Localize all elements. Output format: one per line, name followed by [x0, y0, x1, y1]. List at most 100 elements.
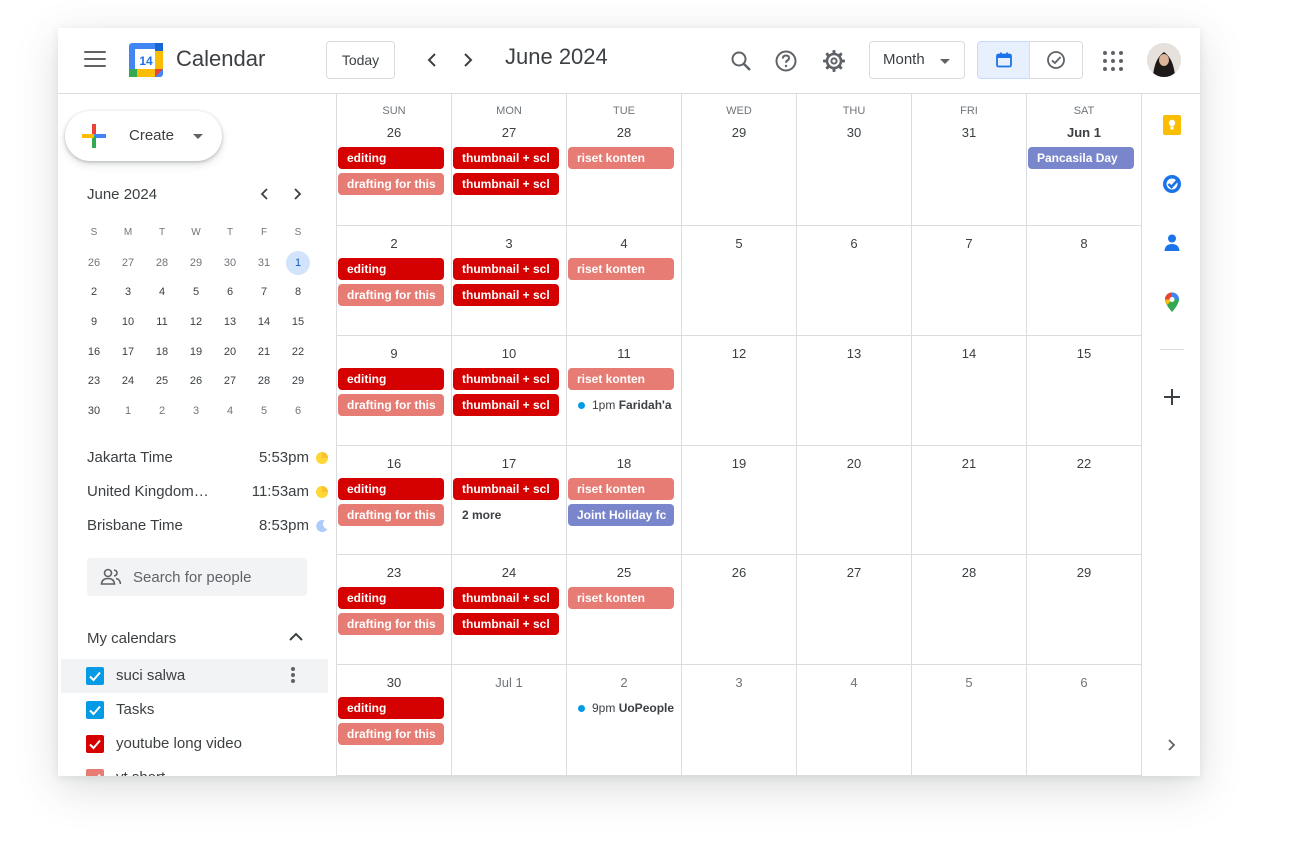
mini-day[interactable]: 15	[281, 316, 315, 328]
mini-day[interactable]: 7	[247, 286, 281, 298]
event-chip[interactable]: thumbnail + scl	[453, 368, 559, 390]
day-cell[interactable]: 18 riset konten Joint Holiday fc	[566, 446, 681, 555]
mini-day-selected[interactable]: 1	[281, 250, 315, 275]
event-chip[interactable]: drafting for this	[338, 283, 444, 306]
day-cell[interactable]: 3	[681, 665, 796, 776]
day-number[interactable]: 3	[682, 675, 796, 690]
day-cell[interactable]: 20	[796, 446, 911, 555]
mini-day[interactable]: 21	[247, 346, 281, 358]
mini-day[interactable]: 25	[145, 375, 179, 387]
day-cell[interactable]: 8	[1026, 226, 1141, 336]
day-number[interactable]: 26	[337, 125, 451, 140]
day-cell[interactable]: 30 editing drafting for this	[336, 665, 451, 776]
day-number[interactable]: 8	[1027, 236, 1141, 251]
day-cell[interactable]: 5	[911, 665, 1026, 776]
mini-day[interactable]: 11	[145, 316, 179, 328]
event-chip[interactable]: drafting for this	[338, 612, 444, 635]
day-number[interactable]: 4	[797, 675, 911, 690]
tasks-icon[interactable]	[1161, 173, 1183, 195]
day-number[interactable]: 5	[682, 236, 796, 251]
mini-day[interactable]: 4	[213, 405, 247, 417]
mini-next-month-button[interactable]	[287, 184, 307, 209]
day-number[interactable]: 12	[682, 346, 796, 361]
day-cell[interactable]: THU 30	[796, 94, 911, 226]
day-number[interactable]: 15	[1027, 346, 1141, 361]
day-cell[interactable]: FRI 31	[911, 94, 1026, 226]
more-options-icon[interactable]	[290, 667, 296, 685]
help-icon[interactable]	[771, 46, 801, 76]
event-chip[interactable]: editing	[338, 697, 444, 719]
day-number[interactable]: 25	[567, 565, 681, 580]
day-number[interactable]: 2	[567, 675, 681, 690]
mini-day[interactable]: 9	[77, 316, 111, 328]
day-cell[interactable]: 21	[911, 446, 1026, 555]
calendar-checkbox[interactable]	[86, 735, 104, 753]
mini-day[interactable]: 30	[213, 257, 247, 269]
day-number[interactable]: 26	[682, 565, 796, 580]
mini-day[interactable]: 4	[145, 286, 179, 298]
day-cell[interactable]: MON 27 thumbnail + scl thumbnail + scl	[451, 94, 566, 226]
day-cell[interactable]: Jul 1	[451, 665, 566, 776]
day-cell[interactable]: 11 riset konten 1pm Faridah'a	[566, 336, 681, 446]
event-chip[interactable]: thumbnail + scl	[453, 478, 559, 500]
day-number[interactable]: 20	[797, 456, 911, 471]
mini-day[interactable]: 1	[111, 405, 145, 417]
day-number[interactable]: 3	[452, 236, 566, 251]
day-number[interactable]: 19	[682, 456, 796, 471]
day-cell[interactable]: 7	[911, 226, 1026, 336]
day-cell[interactable]: 24 thumbnail + scl thumbnail + scl	[451, 555, 566, 665]
mini-day[interactable]: 30	[77, 405, 111, 417]
event-chip[interactable]: thumbnail + scl	[453, 283, 559, 306]
day-number[interactable]: 17	[452, 456, 566, 471]
view-selector[interactable]: Month	[869, 41, 965, 79]
day-cell[interactable]: SUN 26 editing drafting for this	[336, 94, 451, 226]
day-cell[interactable]: 2 editing drafting for this	[336, 226, 451, 336]
mini-day[interactable]: 20	[213, 346, 247, 358]
mini-day[interactable]: 2	[145, 405, 179, 417]
day-number[interactable]: 10	[452, 346, 566, 361]
today-button[interactable]: Today	[326, 41, 395, 79]
account-avatar[interactable]	[1147, 43, 1181, 77]
settings-gear-icon[interactable]	[819, 46, 849, 76]
day-cell[interactable]: SAT Jun 1 Pancasila Day	[1026, 94, 1141, 226]
mini-day[interactable]: 5	[247, 405, 281, 417]
day-cell[interactable]: 23 editing drafting for this	[336, 555, 451, 665]
mini-day[interactable]: 3	[179, 405, 213, 417]
event-chip[interactable]: drafting for this	[338, 393, 444, 416]
event-chip[interactable]: riset konten	[568, 368, 674, 390]
day-number[interactable]: Jun 1	[1027, 125, 1141, 140]
event-chip[interactable]: drafting for this	[338, 503, 444, 526]
day-cell[interactable]: 14	[911, 336, 1026, 446]
mini-day[interactable]: 28	[145, 257, 179, 269]
day-cell[interactable]: 19	[681, 446, 796, 555]
calendar-list-item[interactable]: Tasks	[61, 693, 328, 727]
mini-day[interactable]: 26	[179, 375, 213, 387]
day-cell[interactable]: 3 thumbnail + scl thumbnail + scl	[451, 226, 566, 336]
day-number[interactable]: 6	[1027, 675, 1141, 690]
mini-day[interactable]: 28	[247, 375, 281, 387]
event-chip[interactable]: thumbnail + scl	[453, 258, 559, 280]
day-cell[interactable]: 22	[1026, 446, 1141, 555]
mini-previous-month-button[interactable]	[255, 184, 275, 209]
event-chip[interactable]: Pancasila Day	[1028, 147, 1134, 169]
mini-day[interactable]: 6	[213, 286, 247, 298]
keep-icon[interactable]	[1161, 114, 1183, 136]
expand-panel-icon[interactable]	[1161, 734, 1183, 756]
day-number[interactable]: 2	[337, 236, 451, 251]
calendar-list-item[interactable]: suci salwa	[61, 659, 328, 693]
day-cell[interactable]: 4	[796, 665, 911, 776]
event-chip[interactable]: thumbnail + scl	[453, 612, 559, 635]
tasks-view-toggle[interactable]	[1029, 41, 1083, 79]
day-number[interactable]: 29	[1027, 565, 1141, 580]
mini-day[interactable]: 29	[179, 257, 213, 269]
event-chip[interactable]: riset konten	[568, 478, 674, 500]
day-number[interactable]: 30	[337, 675, 451, 690]
mini-day[interactable]: 31	[247, 257, 281, 269]
event-chip[interactable]: editing	[338, 587, 444, 609]
day-number[interactable]: Jul 1	[452, 675, 566, 690]
day-number[interactable]: 27	[797, 565, 911, 580]
day-number[interactable]: 24	[452, 565, 566, 580]
day-cell[interactable]: 15	[1026, 336, 1141, 446]
search-icon[interactable]	[726, 46, 756, 76]
main-menu-icon[interactable]	[84, 51, 106, 71]
